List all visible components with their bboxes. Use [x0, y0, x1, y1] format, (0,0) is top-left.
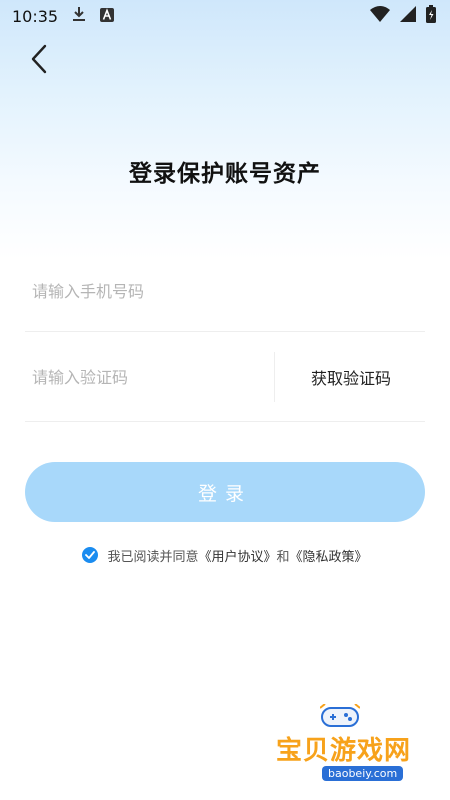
login-button[interactable]: 登录	[25, 462, 425, 522]
watermark-text: 宝贝游戏网	[276, 736, 412, 766]
signal-icon	[400, 6, 416, 26]
back-button[interactable]	[22, 44, 56, 78]
verification-code-input[interactable]	[32, 357, 262, 397]
chevron-left-icon	[30, 44, 48, 78]
privacy-policy-link[interactable]: 《隐私政策》	[290, 546, 368, 565]
status-bar-right	[370, 5, 436, 27]
watermark: 宝贝游戏网 baobeiy.com	[262, 702, 442, 784]
agreement-row: 我已阅读并同意 《用户协议》 和 《隐私政策》	[0, 544, 450, 566]
a-badge-icon	[100, 7, 115, 26]
status-bar-left: 10:35	[12, 6, 115, 26]
header-background-gradient	[0, 0, 450, 260]
status-time: 10:35	[12, 6, 59, 26]
status-bar: 10:35	[0, 0, 450, 32]
agreement-prefix: 我已阅读并同意	[107, 549, 199, 565]
agree-checkbox[interactable]	[82, 547, 99, 563]
agreement-conjunction: 和	[276, 549, 290, 565]
battery-icon	[426, 5, 436, 27]
phone-field	[25, 262, 425, 332]
download-icon	[72, 6, 86, 26]
user-agreement-link[interactable]: 《用户协议》	[198, 546, 276, 565]
watermark-url: baobeiy.com	[322, 766, 404, 781]
phone-input[interactable]	[32, 271, 412, 311]
page-title: 登录保护账号资产	[129, 161, 321, 187]
checkmark-icon	[85, 551, 96, 559]
wifi-icon	[370, 6, 390, 26]
code-divider	[274, 352, 275, 402]
verification-code-field: 获取验证码	[25, 332, 425, 422]
get-code-button[interactable]: 获取验证码	[277, 357, 425, 397]
